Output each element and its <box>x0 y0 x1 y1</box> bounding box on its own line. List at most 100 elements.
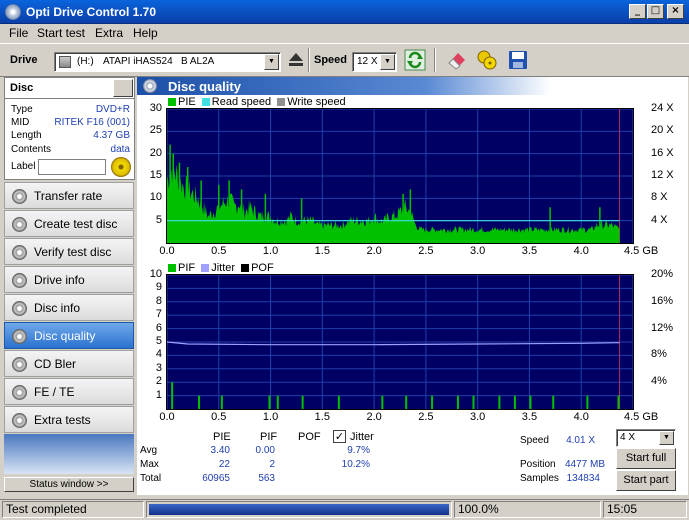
x-tick-label: 4.0 <box>573 245 589 257</box>
stats-pif-header: PIF <box>260 431 278 443</box>
refresh-button[interactable] <box>403 48 427 72</box>
pif-bar <box>431 395 434 409</box>
x-tick-label: 2.5 <box>418 245 434 257</box>
menu-help[interactable]: Help <box>133 26 158 40</box>
erase-button[interactable] <box>445 48 469 72</box>
y2-tick-label: 20 X <box>651 124 674 137</box>
menu-extra[interactable]: Extra <box>95 26 123 40</box>
elapsed-time: 15:05 <box>603 501 687 518</box>
close-button[interactable]: × <box>667 4 684 19</box>
nav-label: Transfer rate <box>34 189 103 203</box>
speed-label: Speed <box>314 54 348 66</box>
disc-header-title: Disc <box>10 82 34 94</box>
y-tick-label: 5 <box>155 213 162 226</box>
nav-extra-tests[interactable]: Extra tests <box>4 406 134 433</box>
pif-bar <box>171 382 174 409</box>
pif-bar <box>337 395 340 409</box>
nav-disc-quality[interactable]: Disc quality <box>4 322 134 349</box>
pie-chart-svg <box>167 109 633 243</box>
save-button[interactable] <box>506 48 530 72</box>
disc-header: Disc <box>4 77 135 99</box>
refresh-icon <box>404 49 426 71</box>
disc-length-label: Length <box>11 130 42 141</box>
samples-label: Samples <box>520 473 559 484</box>
minimize-button[interactable]: _ <box>629 4 646 19</box>
test-speed-select[interactable]: 4 X ▼ <box>616 429 676 447</box>
disc-label-input[interactable] <box>38 159 106 175</box>
nav-create-test-disc[interactable]: Create test disc <box>4 210 134 237</box>
speed-select[interactable]: 12 X ▼ <box>352 52 397 72</box>
stats-max-label: Max <box>140 459 159 470</box>
disc-icon <box>12 245 27 260</box>
x-tick-label: 2.0 <box>366 411 382 423</box>
y-tick-label: 6 <box>155 321 162 334</box>
toolbar-separator <box>434 48 436 72</box>
jitter-checkbox[interactable]: ✓ <box>333 430 346 443</box>
x-tick-label: 4.5 GB <box>624 411 659 423</box>
pif-bar <box>268 395 271 409</box>
disc-icon <box>12 329 27 344</box>
legend-write-speed-swatch <box>277 98 286 106</box>
legend-pof-swatch <box>241 264 250 272</box>
status-window-button[interactable]: Status window >> <box>4 477 134 492</box>
nav-transfer-rate[interactable]: Transfer rate <box>4 182 134 209</box>
chevron-down-icon: ▼ <box>264 54 279 70</box>
pif-bar <box>381 395 384 409</box>
pie-chart-area <box>166 108 634 244</box>
nav-filler <box>4 434 134 474</box>
app-disc-icon <box>5 4 21 20</box>
legend-write-speed: Write speed <box>287 96 346 108</box>
stats-avg-pif: 0.00 <box>255 445 275 456</box>
stats-max-jitter: 10.2% <box>341 459 370 470</box>
y2-tick-label: 20% <box>651 268 674 280</box>
nav-label: Extra tests <box>34 413 91 427</box>
pif-chart-area <box>166 274 634 410</box>
nav-drive-info[interactable]: Drive info <box>4 266 134 293</box>
eject-button[interactable] <box>284 48 308 72</box>
position-label: Position <box>520 459 556 470</box>
y-tick-label: 8 <box>155 294 162 307</box>
y2-tick-label: 8 X <box>651 191 668 204</box>
stats-jitter-header: Jitter <box>350 431 374 443</box>
y-tick-label: 2 <box>155 375 162 388</box>
pif-bar <box>529 395 532 409</box>
stats-avg-pie: 3.40 <box>210 445 230 456</box>
speed-readout-value: 4.01 X <box>566 435 595 446</box>
window-title: Opti Drive Control 1.70 <box>26 5 157 19</box>
drive-name: ATAPI iHAS524 B AL2A <box>103 56 215 67</box>
pif-bar <box>498 395 501 409</box>
drive-select[interactable]: (H:) ATAPI iHAS524 B AL2A ▼ <box>54 52 281 72</box>
x-tick-label: 1.0 <box>262 245 279 257</box>
nav-verify-test-disc[interactable]: Verify test disc <box>4 238 134 265</box>
nav-fe-te[interactable]: FE / TE <box>4 378 134 405</box>
y2-tick-label: 12% <box>651 321 674 334</box>
y-tick-label: 15 <box>149 169 162 181</box>
nav-label: CD Bler <box>34 357 77 371</box>
menu-file[interactable]: File <box>9 26 28 40</box>
stats-total-pif: 563 <box>258 473 275 484</box>
copy-button[interactable] <box>475 48 499 72</box>
nav-cd-bler[interactable]: CD Bler <box>4 350 134 377</box>
start-full-button[interactable]: Start full <box>616 448 676 469</box>
y-tick-label: 7 <box>155 308 162 321</box>
nav-disc-info[interactable]: Disc info <box>4 294 134 321</box>
x-tick-label: 0.5 <box>211 245 227 257</box>
stats-total-label: Total <box>140 473 162 484</box>
samples-value: 134834 <box>566 473 600 484</box>
disc-icon <box>12 413 27 428</box>
y-tick-label: 9 <box>155 281 162 294</box>
disc-label-disc-icon[interactable] <box>111 157 131 177</box>
legend-jitter-swatch <box>201 264 210 272</box>
start-part-button[interactable]: Start part <box>616 470 676 491</box>
maximize-button[interactable]: □ <box>647 4 664 19</box>
drive-label: Drive <box>10 54 38 66</box>
menu-start-test[interactable]: Start test <box>37 26 85 40</box>
progress-bar <box>146 501 452 518</box>
disc-label-label: Label <box>11 161 36 172</box>
x-tick-label: 0.0 <box>159 411 175 423</box>
disc-quality-title: Disc quality <box>168 79 241 94</box>
disc-refresh-button[interactable] <box>113 79 133 97</box>
y-tick-label: 10 <box>149 268 162 280</box>
pif-bar <box>552 395 555 409</box>
x-tick-label: 2.0 <box>366 245 382 257</box>
